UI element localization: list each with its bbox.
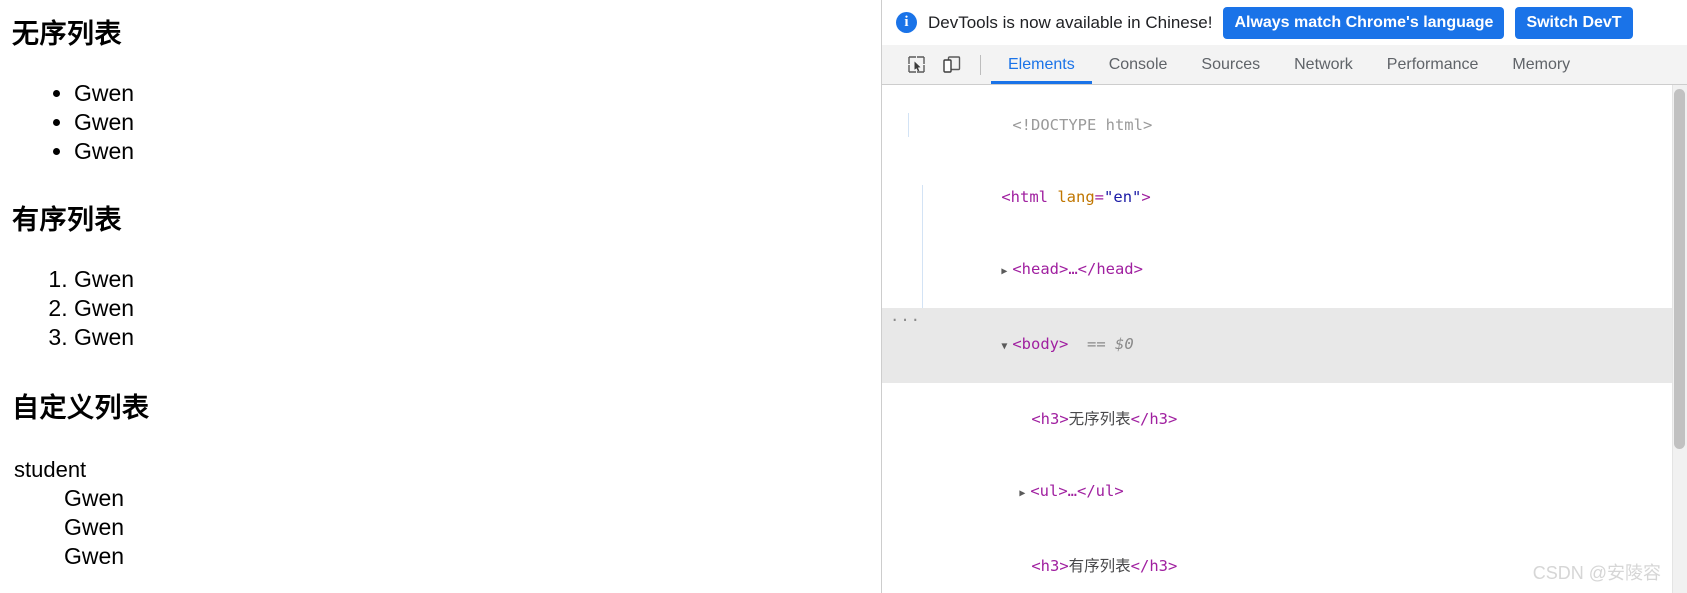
dom-row-body[interactable]: ··· <body> == $0 — [882, 308, 1687, 383]
doctype-text: <!DOCTYPE html> — [1012, 116, 1153, 134]
dom-row-ul[interactable]: <ul>…</ul> — [882, 455, 1687, 530]
body-markup: <body> — [1012, 335, 1069, 353]
list-item: Gwen — [74, 137, 881, 166]
dom-row-h3-unordered[interactable]: <h3>无序列表</h3> — [882, 383, 1687, 455]
page-heading-unordered: 无序列表 — [12, 19, 122, 49]
h3-text: 有序列表 — [1068, 557, 1131, 575]
attribute-name: lang — [1057, 188, 1095, 206]
tab-console[interactable]: Console — [1092, 45, 1185, 84]
page-heading-ordered: 有序列表 — [12, 204, 122, 235]
banner-message: DevTools is now available in Chinese! — [928, 12, 1213, 32]
switch-devtools-language-button[interactable]: Switch DevT — [1515, 6, 1633, 39]
devtools-tabbar: Elements Console Sources Network Perform… — [882, 45, 1687, 85]
dom-row-html[interactable]: <html lang="en"> — [882, 161, 1687, 233]
selected-node-ref: == $0 — [1087, 335, 1134, 353]
tab-elements[interactable]: Elements — [991, 45, 1092, 84]
tree-scrollbar[interactable] — [1672, 85, 1687, 593]
expand-arrow-head[interactable] — [1001, 260, 1012, 284]
tab-performance[interactable]: Performance — [1370, 45, 1496, 84]
unordered-list: Gwen Gwen Gwen — [12, 79, 881, 166]
attribute-value: en — [1113, 188, 1133, 206]
h3-text: 无序列表 — [1068, 410, 1131, 428]
ordered-list: Gwen Gwen Gwen — [12, 265, 881, 352]
rendered-page: 无序列表 Gwen Gwen Gwen 有序列表 Gwen Gwen Gwen … — [0, 0, 881, 593]
device-toolbar-icon[interactable] — [934, 45, 970, 84]
list-item: Gwen — [74, 323, 881, 352]
tab-sources[interactable]: Sources — [1184, 45, 1277, 84]
list-item: Gwen — [74, 79, 881, 108]
list-item: Gwen — [74, 294, 881, 323]
browser-window: 无序列表 Gwen Gwen Gwen 有序列表 Gwen Gwen Gwen … — [0, 0, 1687, 593]
page-heading-definition: 自定义列表 — [12, 392, 150, 423]
tag-name: html — [1010, 188, 1048, 206]
collapse-arrow-body[interactable] — [1001, 335, 1012, 359]
definition-list: student Gwen Gwen Gwen — [12, 455, 881, 571]
always-match-language-button[interactable]: Always match Chrome's language — [1223, 6, 1505, 39]
definition-term: student — [14, 456, 87, 482]
dom-row-head[interactable]: <head>…</head> — [882, 233, 1687, 308]
language-banner: i DevTools is now available in Chinese! … — [882, 0, 1687, 45]
ul-markup: <ul>…</ul> — [1030, 482, 1124, 500]
definition-description: Gwen — [64, 542, 125, 569]
h3-open-tag: <h3> — [1031, 557, 1069, 575]
devtools-panel: i DevTools is now available in Chinese! … — [881, 0, 1687, 593]
head-markup: <head>…</head> — [1012, 260, 1143, 278]
h3-close-tag: </h3> — [1130, 557, 1178, 575]
more-options-badge[interactable]: ··· — [890, 308, 921, 332]
info-icon: i — [896, 12, 917, 33]
h3-close-tag: </h3> — [1130, 410, 1178, 428]
scrollbar-thumb[interactable] — [1674, 89, 1685, 449]
expand-arrow-ul[interactable] — [1019, 482, 1030, 506]
list-item: Gwen — [74, 265, 881, 294]
inspect-element-icon[interactable] — [898, 45, 934, 84]
toolbar-divider — [980, 54, 981, 75]
definition-description: Gwen — [64, 513, 125, 540]
elements-tree-panel[interactable]: <!DOCTYPE html> <html lang="en"> <head>…… — [882, 85, 1687, 593]
tab-memory[interactable]: Memory — [1495, 45, 1587, 84]
list-item: Gwen — [74, 108, 881, 137]
h3-open-tag: <h3> — [1031, 410, 1069, 428]
definition-description: Gwen — [64, 484, 125, 511]
dom-row-doctype[interactable]: <!DOCTYPE html> — [882, 89, 1687, 161]
dom-row-h3-ordered[interactable]: <h3>有序列表</h3> — [882, 530, 1687, 593]
tab-network[interactable]: Network — [1277, 45, 1370, 84]
dom-tree: <!DOCTYPE html> <html lang="en"> <head>…… — [882, 85, 1687, 593]
